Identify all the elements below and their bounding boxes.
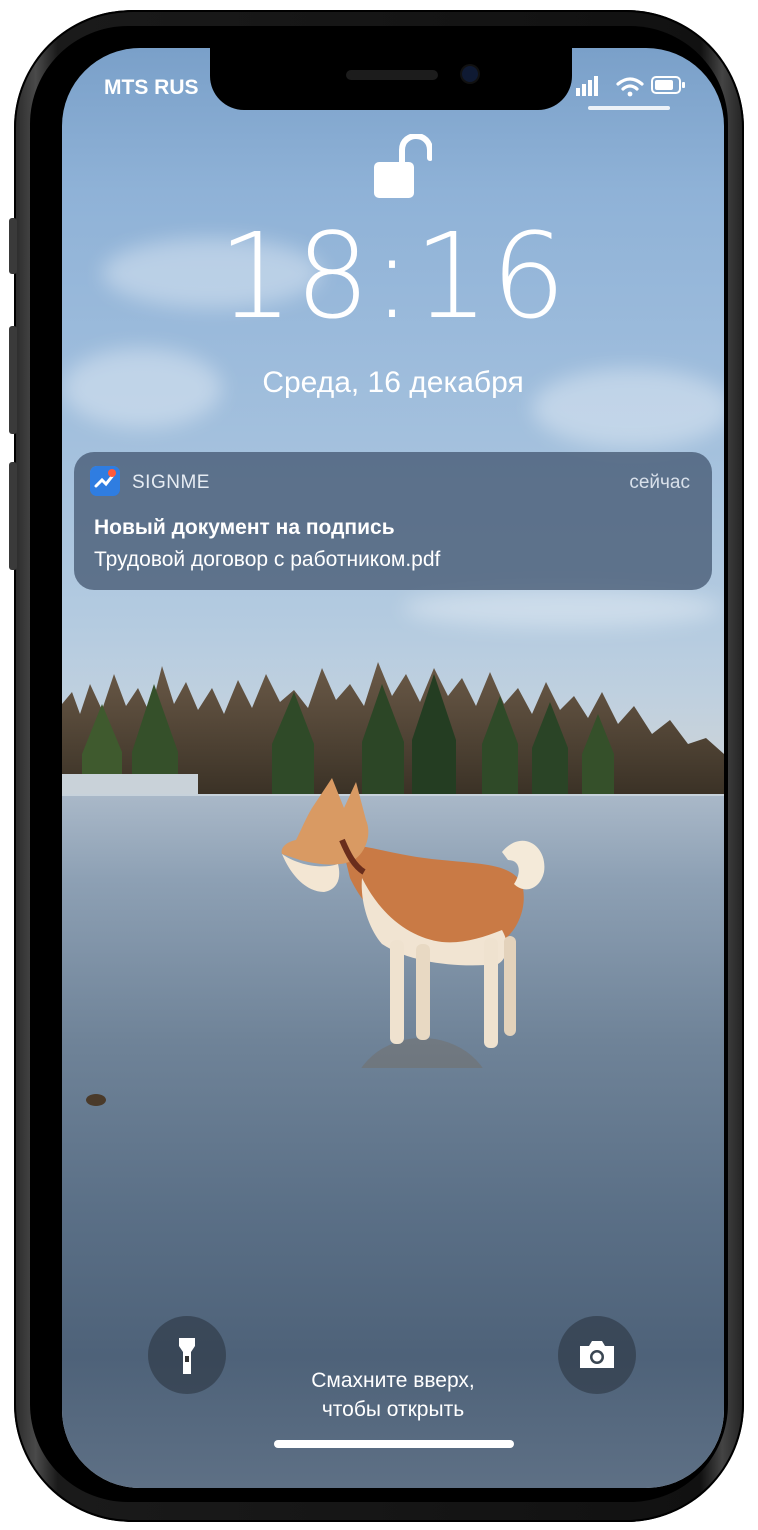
notification-body: Трудовой договор с работником.pdf xyxy=(94,548,441,571)
silent-switch xyxy=(9,218,17,274)
signal-icon xyxy=(576,76,598,96)
notification-app-name: SIGNME xyxy=(132,472,210,493)
wifi-icon xyxy=(616,77,644,97)
notification-title: Новый документ на подпись xyxy=(94,516,395,539)
lock-screen-date: Среда, 16 декабря xyxy=(262,366,524,399)
signme-app-icon xyxy=(90,466,120,496)
swipe-hint-line2: чтобы открыть xyxy=(321,1398,465,1421)
lock-screen-time: 18:16 xyxy=(217,207,569,345)
volume-down-button xyxy=(9,462,17,570)
front-camera xyxy=(462,66,478,82)
swipe-hint-line1: Смахните вверх, xyxy=(311,1369,475,1392)
notification-time: сейчас xyxy=(629,472,690,493)
carrier-name: MTS RUS xyxy=(104,76,199,99)
volume-up-button xyxy=(9,326,17,434)
dog-image xyxy=(281,778,545,1068)
swipe-up-hint: Смахните вверх, чтобы открыть xyxy=(62,1366,724,1424)
notification-card[interactable]: SIGNME сейчас Новый документ на подпись … xyxy=(74,452,712,590)
control-center-indicator[interactable] xyxy=(588,106,670,110)
stone xyxy=(86,1094,106,1106)
unlocked-padlock-icon xyxy=(374,134,432,198)
home-indicator[interactable] xyxy=(274,1440,514,1448)
status-icons xyxy=(576,72,686,100)
battery-icon xyxy=(651,76,685,94)
earpiece-speaker xyxy=(346,70,438,80)
